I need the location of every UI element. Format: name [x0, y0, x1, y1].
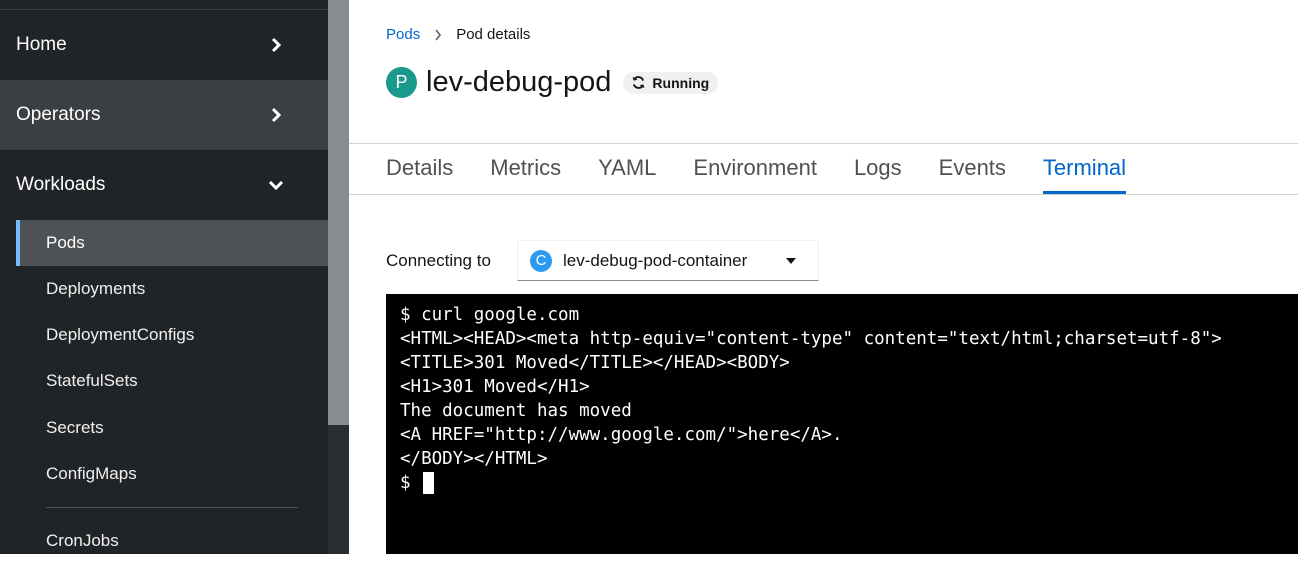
nav-section-operators[interactable]: Operators — [0, 80, 328, 150]
terminal-line: </BODY></HTML> — [400, 449, 548, 469]
page-header: P lev-debug-pod Running — [386, 66, 719, 99]
tab-metrics[interactable]: Metrics — [490, 144, 561, 194]
caret-down-icon — [785, 252, 797, 270]
chevron-right-icon — [268, 37, 284, 53]
terminal-line: <TITLE>301 Moved</TITLE></HEAD><BODY> — [400, 353, 790, 373]
sidebar-divider — [46, 507, 298, 508]
terminal-line: <H1>301 Moved</H1> — [400, 377, 590, 397]
sidebar-scrollbar[interactable] — [328, 0, 349, 554]
sidebar-item-deploymentconfigs[interactable]: DeploymentConfigs — [16, 312, 328, 358]
sidebar-item-deployments[interactable]: Deployments — [16, 266, 328, 312]
breadcrumb-current: Pod details — [456, 26, 531, 43]
resource-badge: P — [386, 67, 417, 98]
sidebar-item-statefulsets[interactable]: StatefulSets — [16, 358, 328, 404]
tab-environment[interactable]: Environment — [693, 144, 817, 194]
terminal-line: <A HREF="http://www.google.com/">here</A… — [400, 425, 843, 445]
chevron-down-icon — [268, 177, 284, 193]
sidebar: Home Operators Workloads Pods Deployment… — [0, 0, 328, 554]
sync-icon — [632, 76, 646, 89]
nav-section-label: Workloads — [16, 174, 106, 195]
sidebar-item-label: CronJobs — [46, 531, 119, 550]
nav-section-label: Home — [16, 34, 67, 55]
tab-events[interactable]: Events — [939, 144, 1006, 194]
nav-section-workloads[interactable]: Workloads — [0, 150, 328, 220]
sidebar-item-secrets[interactable]: Secrets — [16, 405, 328, 451]
nav-section-label: Operators — [16, 104, 101, 125]
sidebar-item-label: DeploymentConfigs — [46, 325, 195, 344]
terminal-prompt-line: $ — [400, 471, 1298, 495]
page-title: lev-debug-pod — [426, 66, 612, 98]
sidebar-item-label: Deployments — [46, 279, 146, 298]
tab-details[interactable]: Details — [386, 144, 453, 194]
main-content: Pods Pod details P lev-debug-pod Running… — [349, 0, 1298, 554]
container-select[interactable]: C lev-debug-pod-container — [517, 240, 819, 281]
sidebar-item-cronjobs[interactable]: CronJobs — [16, 518, 328, 564]
chevron-right-icon — [268, 107, 284, 123]
nav-section-home[interactable]: Home — [0, 10, 328, 80]
sidebar-item-label: Pods — [46, 233, 85, 252]
terminal-line: <HTML><HEAD><meta http-equiv="content-ty… — [400, 329, 1222, 349]
breadcrumb-link-pods[interactable]: Pods — [386, 26, 420, 43]
breadcrumb: Pods Pod details — [386, 26, 530, 43]
tab-terminal[interactable]: Terminal — [1042, 144, 1127, 194]
scrollbar-thumb[interactable] — [328, 0, 349, 425]
terminal-cursor — [423, 472, 435, 494]
sidebar-item-label: StatefulSets — [46, 371, 138, 390]
connecting-label: Connecting to — [386, 251, 491, 270]
container-badge: C — [530, 249, 552, 272]
chevron-right-icon — [434, 28, 442, 41]
sidebar-item-configmaps[interactable]: ConfigMaps — [16, 451, 328, 497]
terminal-line: The document has moved — [400, 401, 632, 421]
container-select-value: lev-debug-pod-container — [563, 250, 748, 270]
sidebar-item-label: Secrets — [46, 418, 104, 437]
tabs-divider — [349, 194, 1298, 195]
tab-logs[interactable]: Logs — [854, 144, 902, 194]
status-badge: Running — [623, 71, 719, 94]
terminal-console[interactable]: $ curl google.com <HTML><HEAD><meta http… — [386, 294, 1298, 554]
tab-yaml[interactable]: YAML — [598, 144, 656, 194]
status-text: Running — [652, 74, 710, 91]
sidebar-item-pods[interactable]: Pods — [16, 220, 328, 266]
tab-bar: Details Metrics YAML Environment Logs Ev… — [386, 144, 1163, 194]
terminal-prompt: $ — [400, 473, 411, 493]
sidebar-item-label: ConfigMaps — [46, 464, 137, 483]
terminal-line: $ curl google.com — [400, 305, 580, 325]
